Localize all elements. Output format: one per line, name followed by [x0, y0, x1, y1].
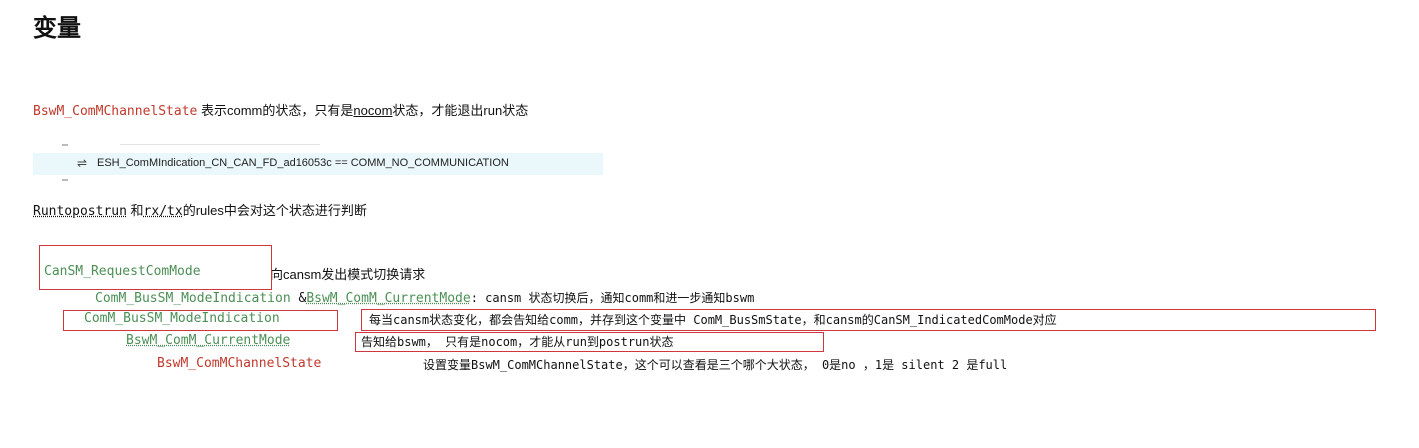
line-current-mode: BswM_ComM_CurrentMode — [126, 333, 290, 348]
variable-name: Runtopostrun — [33, 204, 127, 219]
description-text: 状态，才能退出run状态 — [392, 103, 529, 118]
highlight-box — [39, 245, 272, 290]
line-set-channel-state: BswM_ComMChannelState — [157, 356, 321, 371]
snippet-text: ESH_ComMIndication_CN_CAN_FD_ad16053c ==… — [97, 157, 509, 169]
page-title: 变量 — [33, 14, 81, 42]
faint-mark — [120, 144, 320, 145]
line-channel-state: BswM_ComMChannelState 表示comm的状态，只有是nocom… — [33, 100, 528, 119]
line-runtopostrun: Runtopostrun 和rx/tx的rules中会对这个状态进行判断 — [33, 200, 367, 219]
highlight-box — [63, 310, 338, 331]
variable-name: ComM_BusSM_ModeIndication — [95, 291, 291, 306]
faint-mark — [62, 144, 68, 146]
description-text: : cansm 状态切换后，通知comm和进一步通知bswm — [470, 291, 755, 305]
description-text: 向cansm发出模式切换请求 — [270, 267, 426, 282]
highlight-box — [355, 332, 824, 352]
operator-text: & — [290, 291, 307, 306]
highlight-box — [361, 309, 1376, 331]
variable-name: BswM_ComM_CurrentMode — [306, 291, 471, 306]
variable-name: BswM_ComMChannelState — [157, 356, 322, 371]
faint-mark — [62, 179, 68, 181]
equals-icon: ⇌ — [77, 156, 88, 170]
description-link: rx/tx — [143, 204, 183, 219]
description-text: 的rules中会对这个状态进行判断 — [182, 203, 367, 218]
description-link: nocom — [353, 103, 393, 118]
description-text: 设置变量BswM_ComMChannelState，这个可以查看是三个哪个大状态… — [423, 358, 1008, 372]
description-text: 和 — [126, 203, 144, 218]
variable-name: BswM_ComM_CurrentMode — [126, 333, 291, 348]
variable-name: BswM_ComMChannelState — [33, 104, 198, 119]
description-text: 表示comm的状态，只有是 — [197, 103, 354, 118]
code-snippet: ⇌ ESH_ComMIndication_CN_CAN_FD_ad16053c … — [33, 153, 603, 175]
line-mode-indication: ComM_BusSM_ModeIndication &BswM_ComM_Cur… — [95, 289, 754, 306]
